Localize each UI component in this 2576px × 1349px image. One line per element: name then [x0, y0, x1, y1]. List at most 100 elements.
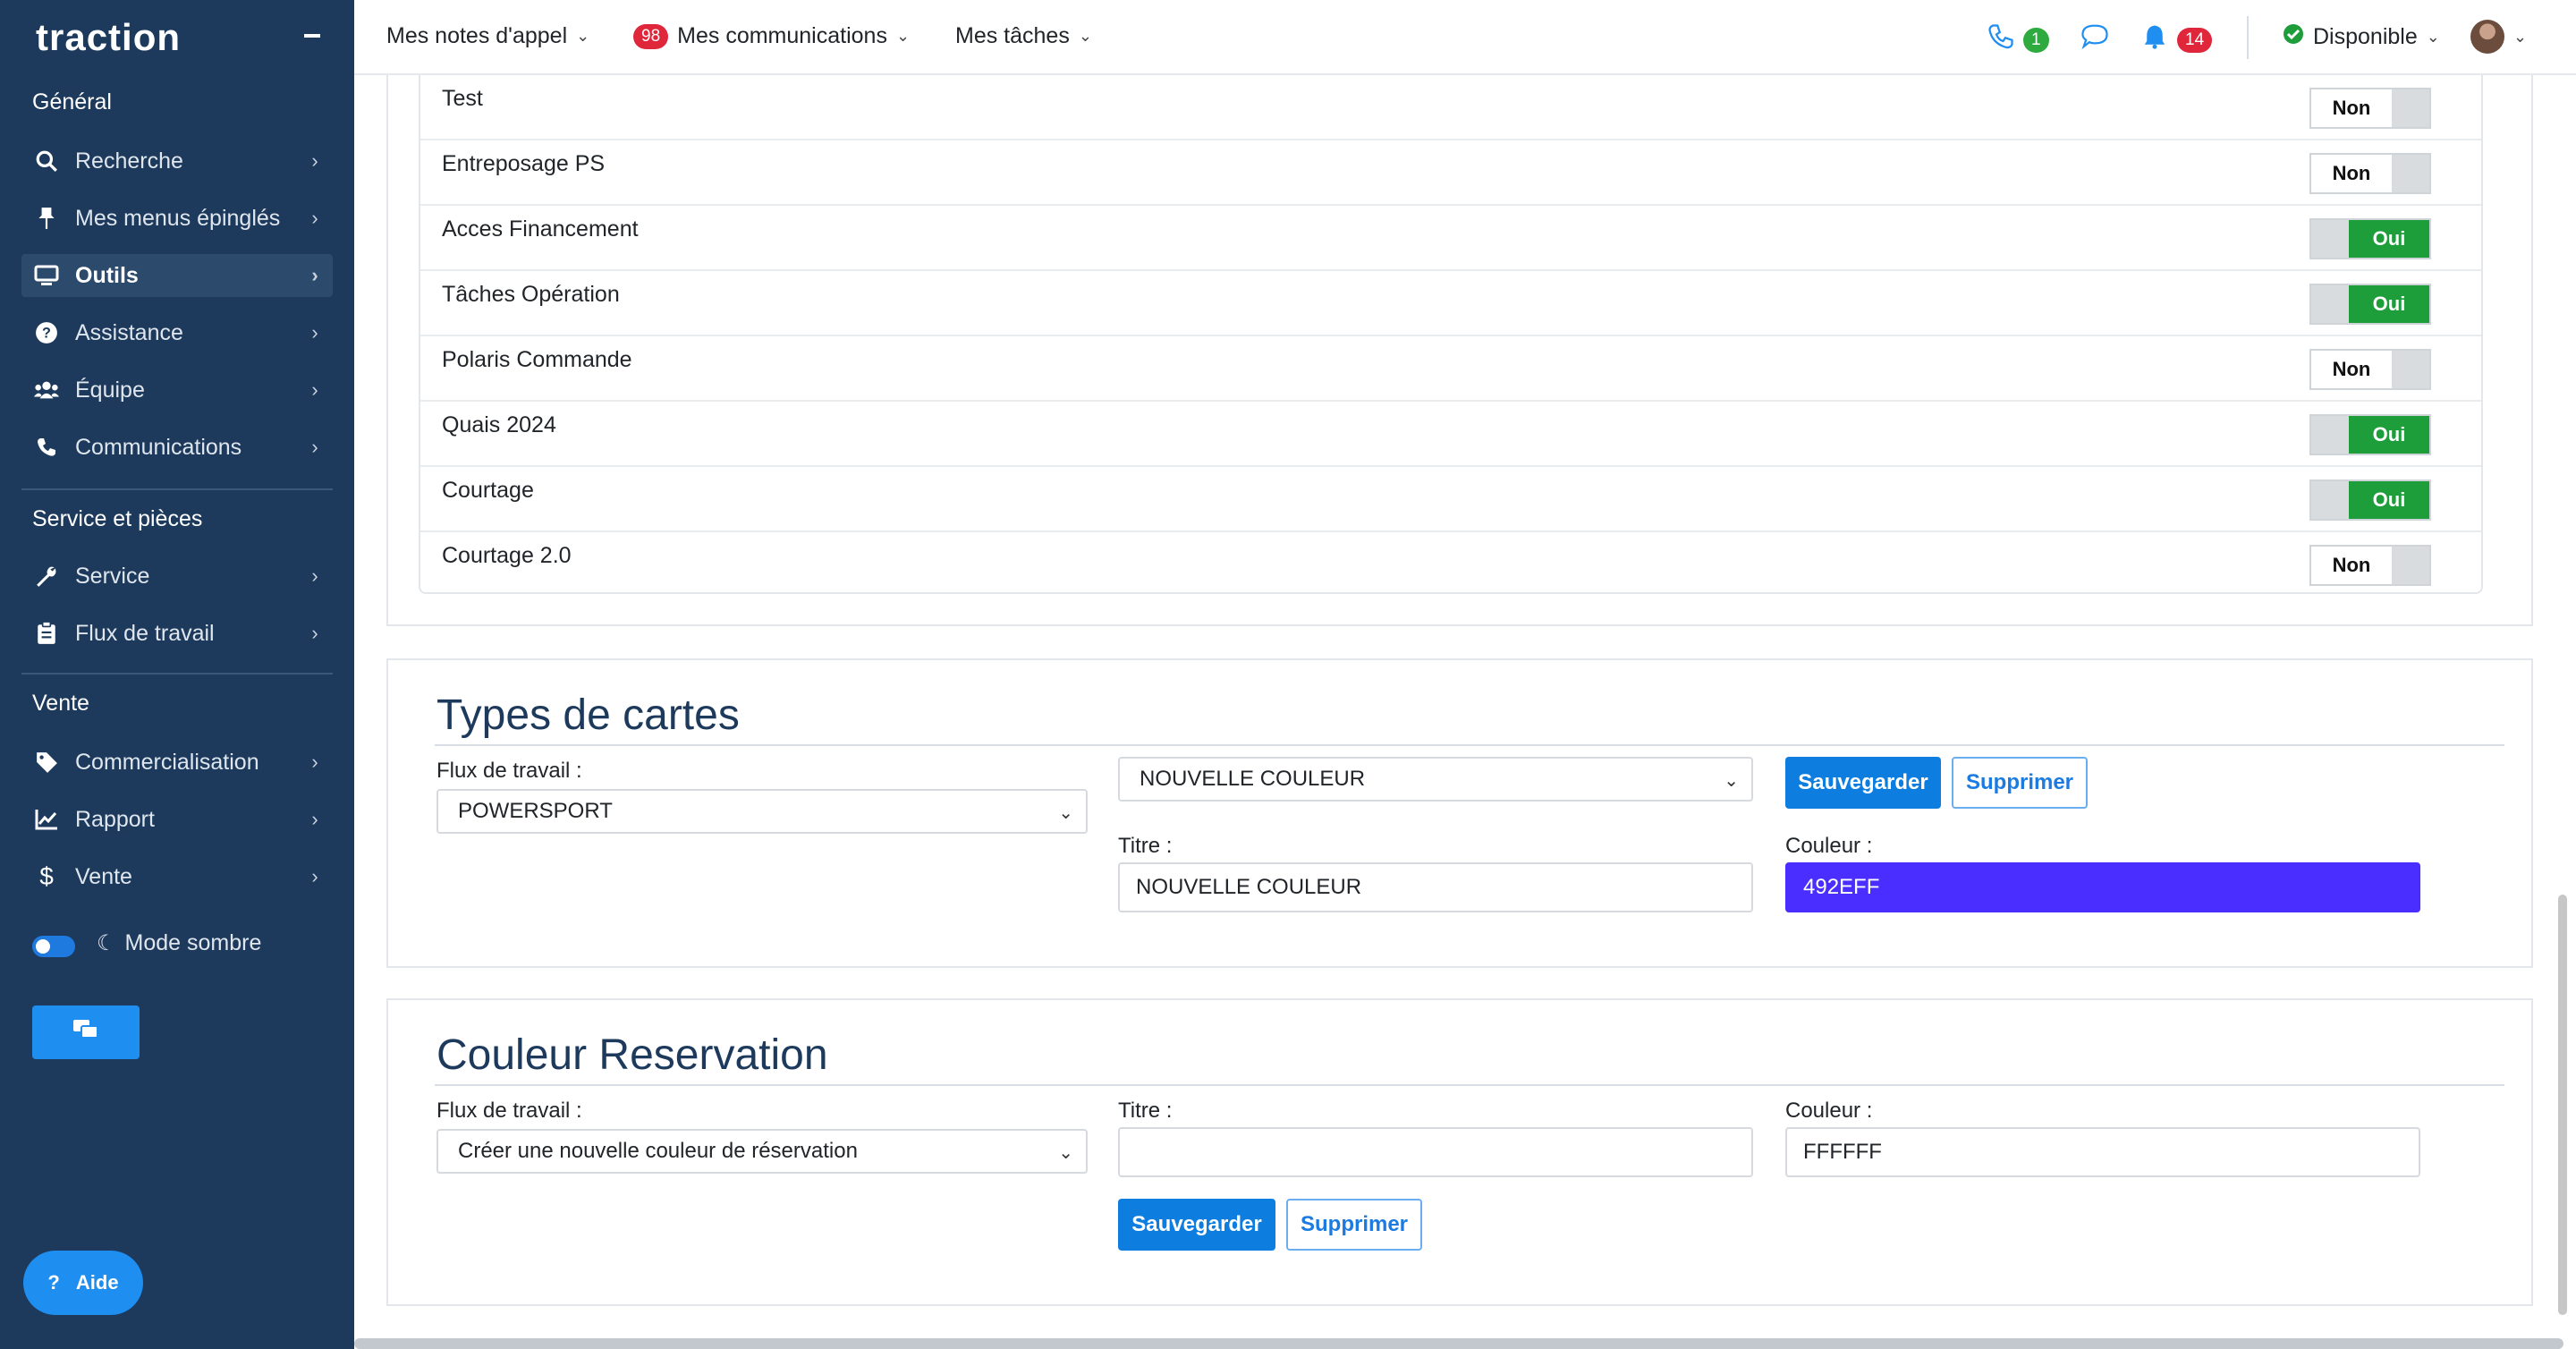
delete-button[interactable]: Supprimer	[1286, 1199, 1422, 1251]
messages-button[interactable]	[2080, 23, 2109, 56]
delete-button[interactable]: Supprimer	[1952, 757, 2088, 809]
chat-bubble-icon	[2080, 23, 2109, 56]
module-toggle[interactable]: Oui	[2309, 284, 2431, 325]
sidebar-item-service[interactable]: Service ›	[21, 555, 333, 598]
module-label: Courtage 2.0	[442, 543, 572, 568]
chevron-right-icon: ›	[311, 149, 318, 172]
chevron-right-icon: ›	[311, 808, 318, 830]
card-types-title: Types de cartes	[436, 691, 740, 739]
notifications-button[interactable]: 14	[2141, 23, 2213, 56]
chevron-down-icon: ⌄	[1078, 27, 1092, 45]
table-row: Entreposage PS Non	[420, 140, 2481, 206]
sidebar-item-recherche[interactable]: Recherche ›	[21, 140, 333, 182]
chevron-down-icon: ⌄	[1058, 1143, 1073, 1163]
communications-menu[interactable]: 98 Mes communications ⌄	[633, 23, 910, 49]
title-label: Titre :	[1118, 1099, 1173, 1123]
sidebar-item-label: Service	[75, 563, 150, 589]
search-icon	[34, 148, 59, 174]
module-toggle[interactable]: Non	[2309, 545, 2431, 586]
moon-icon: ☾	[97, 931, 116, 955]
module-toggle[interactable]: Oui	[2309, 414, 2431, 455]
module-toggle[interactable]: Oui	[2309, 218, 2431, 259]
chevron-right-icon: ›	[311, 264, 318, 286]
sidebar-item-label: Équipe	[75, 377, 145, 403]
horizontal-scrollbar[interactable]	[354, 1338, 2563, 1349]
sidebar-item-label: Commercialisation	[75, 749, 259, 775]
tasks-menu[interactable]: Mes tâches ⌄	[955, 23, 1092, 49]
chevron-down-icon: ⌄	[2513, 27, 2528, 46]
status-dropdown[interactable]: Disponible ⌄	[2283, 23, 2440, 51]
module-label: Polaris Commande	[442, 347, 632, 372]
title-input[interactable]: NOUVELLE COULEUR	[1118, 862, 1753, 912]
question-circle-icon: ?	[34, 320, 59, 345]
chat-button[interactable]	[32, 1005, 140, 1059]
sidebar-item-vente[interactable]: $ Vente ›	[21, 855, 333, 898]
phone-icon	[34, 435, 59, 460]
users-icon	[34, 378, 59, 403]
phone-badge: 1	[2023, 27, 2049, 53]
module-label: Entreposage PS	[442, 151, 606, 176]
sidebar-item-flux[interactable]: Flux de travail ›	[21, 612, 333, 655]
module-label: Acces Financement	[442, 216, 639, 242]
sidebar-item-label: Communications	[75, 434, 242, 460]
color-input[interactable]: 492EFF	[1785, 862, 2420, 912]
bell-badge: 14	[2177, 27, 2213, 53]
workflow-select[interactable]: Créer une nouvelle couleur de réservatio…	[436, 1129, 1088, 1174]
sidebar-item-label: Vente	[75, 863, 132, 889]
table-row: Courtage 2.0 Non	[420, 532, 2481, 598]
sidebar-item-rapport[interactable]: Rapport ›	[21, 798, 333, 841]
chevron-right-icon: ›	[311, 321, 318, 344]
clipboard-icon	[34, 621, 59, 646]
workflow-select[interactable]: POWERSPORT ⌄	[436, 789, 1088, 834]
dark-mode-toggle[interactable]	[32, 936, 75, 957]
color-label: Couleur :	[1785, 1099, 1873, 1123]
section-general: Général	[32, 89, 112, 115]
color-input[interactable]: FFFFFF	[1785, 1127, 2420, 1177]
call-notes-menu[interactable]: Mes notes d'appel ⌄	[386, 23, 589, 49]
svg-text:?: ?	[42, 325, 51, 341]
card-types-card: Types de cartes Flux de travail : POWERS…	[386, 658, 2533, 968]
vertical-scrollbar[interactable]	[2558, 895, 2567, 1315]
save-button[interactable]: Sauvegarder	[1785, 757, 1941, 809]
color-label: Couleur :	[1785, 834, 1873, 858]
collapse-sidebar-icon[interactable]	[304, 34, 320, 38]
sidebar-item-communications[interactable]: Communications ›	[21, 426, 333, 469]
sidebar: traction Général Recherche › Mes menus é…	[0, 0, 354, 1349]
module-toggle[interactable]: Non	[2309, 349, 2431, 390]
phone-icon	[1987, 23, 2014, 56]
chevron-right-icon: ›	[311, 436, 318, 458]
communications-badge: 98	[633, 23, 669, 49]
chevron-right-icon: ›	[311, 865, 318, 887]
sidebar-divider	[21, 488, 333, 490]
sidebar-item-commercialisation[interactable]: Commercialisation ›	[21, 741, 333, 784]
save-button[interactable]: Sauvegarder	[1118, 1199, 1275, 1251]
sidebar-item-assistance[interactable]: ? Assistance ›	[21, 311, 333, 354]
dark-mode-label: ☾ Mode sombre	[97, 930, 262, 955]
module-toggle[interactable]: Non	[2309, 88, 2431, 129]
phone-notifications[interactable]: 1	[1987, 23, 2049, 56]
module-label: Courtage	[442, 478, 534, 503]
table-row: Tâches Opération Oui	[420, 271, 2481, 336]
module-toggle[interactable]: Oui	[2309, 479, 2431, 521]
chevron-right-icon: ›	[311, 207, 318, 229]
sidebar-item-equipe[interactable]: Équipe ›	[21, 369, 333, 411]
chevron-down-icon: ⌄	[2426, 28, 2440, 46]
reservation-color-card: Couleur Reservation Flux de travail : Cr…	[386, 998, 2533, 1306]
title-rule	[435, 1084, 2504, 1086]
title-input[interactable]	[1118, 1127, 1753, 1177]
help-button[interactable]: ? Aide	[23, 1251, 143, 1315]
wrench-icon	[34, 564, 59, 589]
sidebar-item-outils[interactable]: Outils ›	[21, 254, 333, 297]
topbar-separator	[2247, 16, 2249, 59]
user-menu[interactable]: ⌄	[2470, 20, 2527, 54]
sidebar-item-label: Mes menus épinglés	[75, 205, 281, 231]
workflow-label: Flux de travail :	[436, 1099, 582, 1123]
sidebar-item-pinned[interactable]: Mes menus épinglés ›	[21, 197, 333, 240]
card-type-select[interactable]: NOUVELLE COULEUR ⌄	[1118, 757, 1753, 802]
chevron-right-icon: ›	[311, 564, 318, 587]
chevron-right-icon: ›	[311, 622, 318, 644]
module-toggle[interactable]: Non	[2309, 153, 2431, 194]
chat-bubbles-icon	[72, 1019, 99, 1047]
chevron-down-icon: ⌄	[895, 27, 911, 45]
table-row: Acces Financement Oui	[420, 206, 2481, 271]
